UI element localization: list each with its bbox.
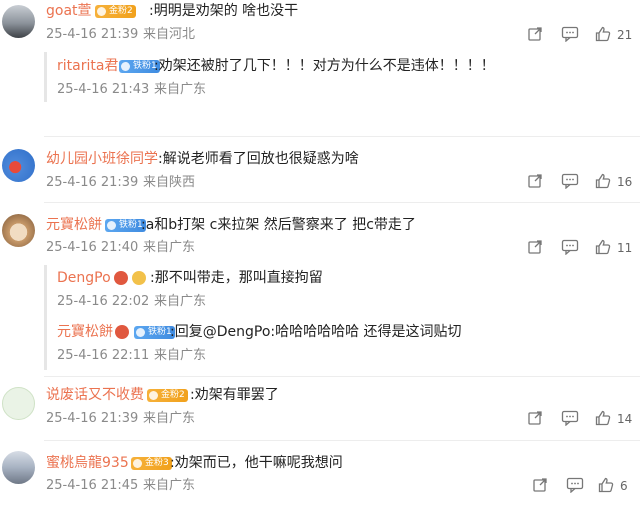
like-count: 6	[620, 479, 628, 493]
avatar[interactable]	[2, 214, 35, 247]
avatar[interactable]	[2, 5, 35, 38]
divider	[44, 440, 640, 441]
like-count: 21	[617, 28, 633, 42]
comment-location: 来自河北	[143, 27, 196, 42]
reply-text: :劝架还被肘了几下！！！对方为什么不是违体！！！！	[154, 58, 495, 74]
reply-location: 来自广东	[154, 348, 207, 363]
like-icon[interactable]	[595, 173, 611, 189]
comment-time: 25-4-16 21:40	[46, 240, 139, 255]
fan-badge: 金粉3	[131, 457, 172, 470]
verified-icon	[114, 271, 128, 285]
like-icon[interactable]	[595, 26, 611, 42]
like-icon[interactable]	[598, 477, 614, 493]
like-count: 11	[617, 241, 633, 255]
reply-thread-bar	[44, 265, 47, 370]
comment-icon[interactable]	[566, 477, 584, 493]
comment-text: :劝架有罪罢了	[190, 387, 279, 403]
like-count: 16	[617, 175, 633, 189]
fan-badge: 铁粉1	[134, 326, 175, 339]
reply-thread-bar	[44, 52, 47, 102]
reply-username[interactable]: DengPo	[57, 269, 111, 287]
divider	[44, 136, 640, 137]
comment-location: 来自陕西	[143, 175, 196, 190]
reply-time: 25-4-16 22:11	[57, 348, 150, 363]
comment-location: 来自广东	[143, 240, 196, 255]
comment-time: 25-4-16 21:39	[46, 175, 139, 190]
reply-text: :那不叫带走，那叫直接拘留	[150, 270, 323, 286]
comment-actions: 14	[527, 410, 637, 428]
reply-location: 来自广东	[154, 294, 207, 309]
fan-badge: 金粉2	[147, 389, 188, 402]
comment-actions: 11	[527, 239, 637, 257]
username[interactable]: 说废话又不收费	[46, 386, 144, 404]
comment-actions: 16	[527, 173, 637, 191]
share-icon[interactable]	[527, 239, 543, 255]
fan-badge: 金粉2	[95, 5, 136, 18]
comment-time: 25-4-16 21:45	[46, 478, 139, 493]
comment-5: 蜜桃烏龍935 金粉3 :劝架而已，他干嘛呢我想问 25-4-16 21:45 …	[0, 446, 640, 506]
divider	[44, 376, 640, 377]
reply-time: 25-4-16 21:43	[57, 82, 150, 97]
username[interactable]: 元寶松餅	[46, 216, 102, 234]
like-count: 14	[617, 412, 633, 426]
share-icon[interactable]	[527, 26, 543, 42]
comment-1: goat萱 金粉2 :明明是劝架的 啥也没干 25-4-16 21:39 来自河…	[0, 0, 640, 115]
like-icon[interactable]	[595, 410, 611, 426]
reply-username[interactable]: 元寶松餅	[57, 323, 113, 341]
comment-icon[interactable]	[561, 173, 579, 189]
username[interactable]: 蜜桃烏龍935	[46, 454, 129, 472]
comment-text: :解说老师看了回放也很疑惑为啥	[158, 151, 359, 167]
avatar[interactable]	[2, 387, 35, 420]
comment-text: :劝架而已，他干嘛呢我想问	[170, 455, 343, 471]
like-icon[interactable]	[595, 239, 611, 255]
reply-text: :回复@DengPo:哈哈哈哈哈哈 还得是这词贴切	[170, 324, 462, 340]
reply-time: 25-4-16 22:02	[57, 294, 150, 309]
comment-icon[interactable]	[561, 239, 579, 255]
comment-actions: 21	[527, 26, 637, 44]
comment-icon[interactable]	[561, 410, 579, 426]
comment-3: 元寶松餅 铁粉1 :a和b打架 c来拉架 然后警察来了 把c带走了 25-4-1…	[0, 209, 640, 374]
username[interactable]: goat萱	[46, 2, 92, 20]
comment-2: 幼儿园小班徐同学 :解说老师看了回放也很疑惑为啥 25-4-16 21:39 来…	[0, 145, 640, 200]
reply-location: 来自广东	[154, 82, 207, 97]
avatar[interactable]	[2, 149, 35, 182]
avatar[interactable]	[2, 451, 35, 484]
comment-text: :明明是劝架的 啥也没干	[149, 3, 299, 19]
reply-username[interactable]: ritarita君	[57, 57, 118, 75]
comment-4: 说废话又不收费 金粉2 :劝架有罪罢了 25-4-16 21:39 来自广东 1…	[0, 382, 640, 437]
username[interactable]: 幼儿园小班徐同学	[46, 150, 158, 168]
comment-icon[interactable]	[561, 26, 579, 42]
divider	[44, 202, 640, 203]
comment-time: 25-4-16 21:39	[46, 27, 139, 42]
share-icon[interactable]	[527, 173, 543, 189]
comment-location: 来自广东	[143, 411, 196, 426]
comment-location: 来自广东	[143, 478, 196, 493]
fan-badge: 铁粉1	[105, 219, 146, 232]
share-icon[interactable]	[532, 477, 548, 493]
emoji-icon	[132, 271, 146, 285]
share-icon[interactable]	[527, 410, 543, 426]
comment-actions: 6	[532, 477, 632, 495]
verified-icon	[115, 325, 129, 339]
comment-text: :a和b打架 c来拉架 然后警察来了 把c带走了	[141, 217, 416, 233]
comment-time: 25-4-16 21:39	[46, 411, 139, 426]
